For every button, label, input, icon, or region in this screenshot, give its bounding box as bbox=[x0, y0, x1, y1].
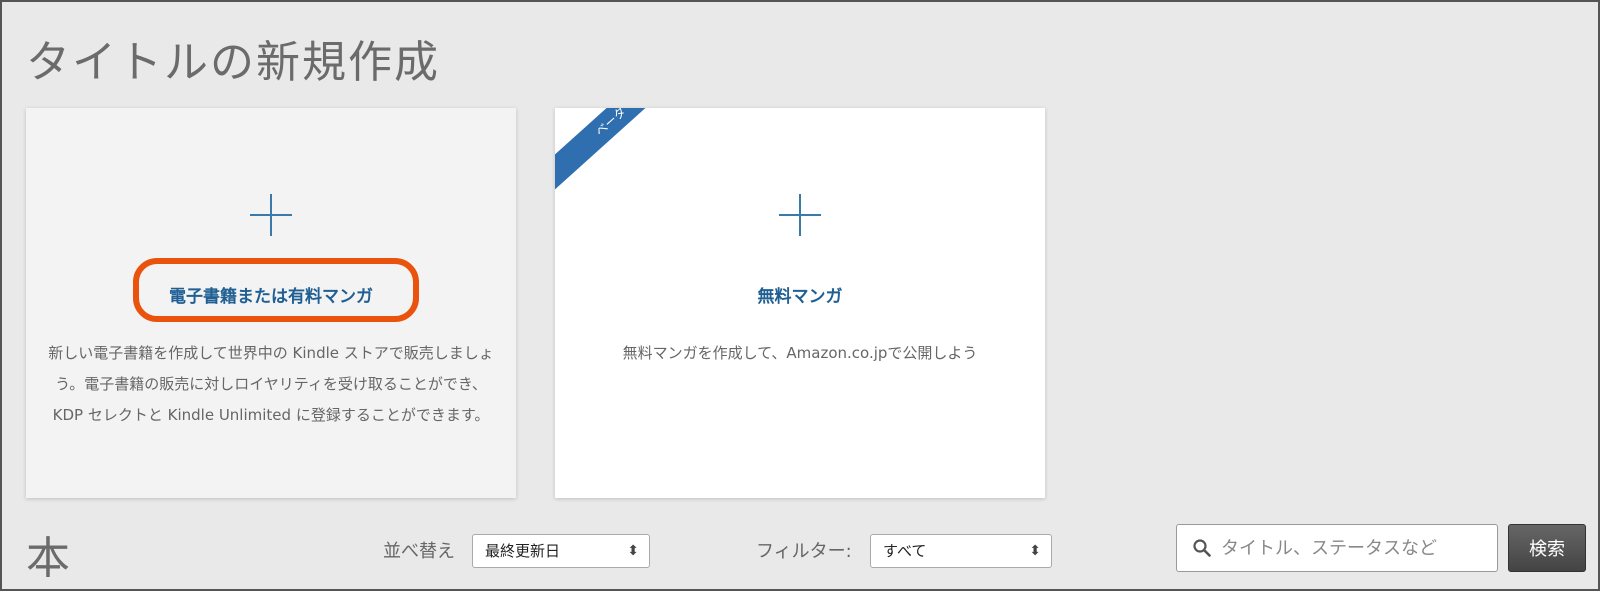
select-arrows-icon: ⬍ bbox=[1029, 543, 1041, 559]
manga-card-title-link[interactable]: 無料マンガ bbox=[555, 282, 1045, 307]
ebook-card-title-link[interactable]: 電子書籍または有料マンガ bbox=[26, 282, 516, 307]
sort-selected-value: 最終更新日 bbox=[485, 542, 561, 560]
sort-select[interactable]: 最終更新日 ⬍ bbox=[472, 534, 650, 568]
manga-card-description: 無料マンガを作成して、Amazon.co.jpで公開しよう bbox=[622, 344, 978, 362]
plus-icon[interactable] bbox=[779, 194, 821, 236]
beta-ribbon: ベータ bbox=[555, 108, 661, 195]
filter-selected-value: すべて bbox=[883, 542, 927, 560]
beta-badge-label: ベータ bbox=[592, 108, 629, 139]
plus-icon[interactable] bbox=[250, 194, 292, 236]
search-button[interactable]: 検索 bbox=[1508, 524, 1586, 572]
page-frame: タイトルの新規作成 電子書籍または有料マンガ 新しい電子書籍を作成して世界中の … bbox=[0, 0, 1600, 591]
ebook-card-description: 新しい電子書籍を作成して世界中の Kindle ストアで販売しましょう。電子書籍… bbox=[48, 344, 494, 424]
sort-label: 並べ替え bbox=[383, 541, 455, 562]
search-input[interactable] bbox=[1221, 525, 1491, 571]
page-title: タイトルの新規作成 bbox=[26, 37, 440, 88]
books-section-heading: 本 bbox=[26, 533, 70, 584]
select-arrows-icon: ⬍ bbox=[627, 543, 639, 559]
ebook-create-card[interactable]: 電子書籍または有料マンガ 新しい電子書籍を作成して世界中の Kindle ストア… bbox=[26, 108, 516, 498]
search-icon bbox=[1193, 539, 1211, 557]
filter-select[interactable]: すべて ⬍ bbox=[870, 534, 1052, 568]
manga-create-card[interactable]: ベータ 無料マンガ 無料マンガを作成して、Amazon.co.jpで公開しよう bbox=[555, 108, 1045, 498]
filter-label: フィルター: bbox=[756, 541, 852, 562]
search-box[interactable] bbox=[1176, 524, 1498, 572]
